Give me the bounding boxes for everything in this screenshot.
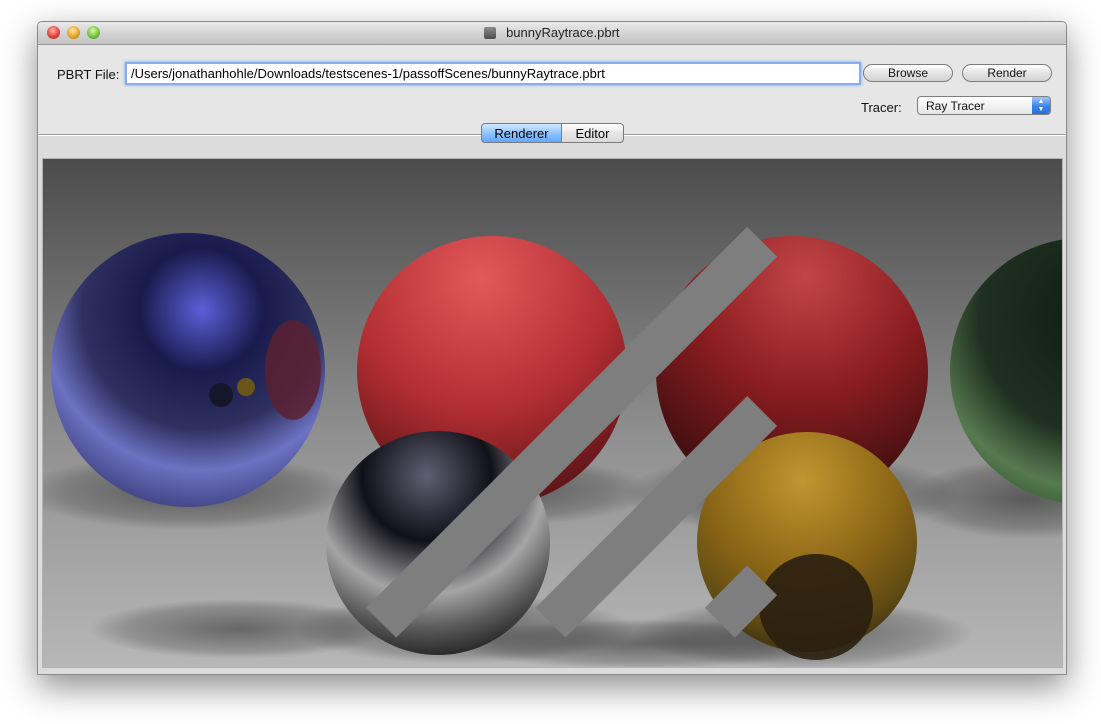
tracer-select[interactable]: Ray Tracer ▲ ▼ — [917, 96, 1051, 115]
pbrt-file-label: PBRT File: — [57, 67, 120, 82]
tab-renderer[interactable]: Renderer — [481, 123, 562, 143]
resize-handle[interactable] — [42, 158, 1060, 665]
tracer-label: Tracer: — [861, 100, 902, 115]
window-title: bunnyRaytrace.pbrt — [506, 25, 620, 40]
window-title-wrap: bunnyRaytrace.pbrt — [38, 25, 1066, 40]
view-tabs: Renderer Editor — [481, 123, 624, 143]
tracer-selected-value: Ray Tracer — [926, 99, 985, 113]
select-arrows-icon: ▲ ▼ — [1032, 97, 1050, 114]
document-icon — [484, 27, 497, 39]
title-bar[interactable]: bunnyRaytrace.pbrt — [38, 22, 1066, 45]
render-button[interactable]: Render — [962, 64, 1052, 82]
toolbar-area — [38, 45, 1066, 134]
render-output — [42, 158, 1063, 668]
app-window: bunnyRaytrace.pbrt PBRT File: Browse Ren… — [37, 21, 1067, 675]
tab-editor[interactable]: Editor — [562, 123, 624, 143]
pbrt-path-input[interactable] — [125, 62, 861, 85]
browse-button[interactable]: Browse — [863, 64, 953, 82]
